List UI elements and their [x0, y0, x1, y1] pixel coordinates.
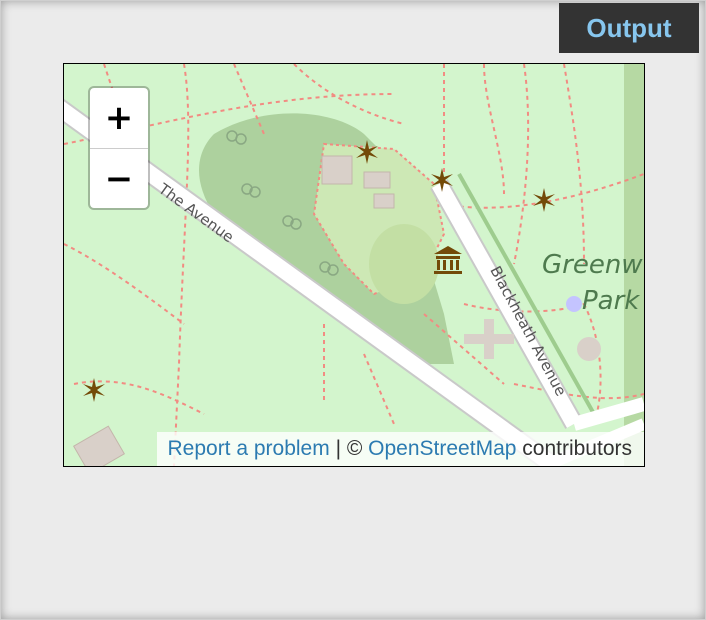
- marker-circle: [566, 296, 582, 312]
- zoom-control: + −: [88, 86, 150, 210]
- output-badge: Output: [559, 3, 699, 53]
- map-attribution: Report a problem | © OpenStreetMap contr…: [157, 432, 644, 466]
- pond: [577, 337, 601, 361]
- garden-area: [369, 224, 439, 304]
- zoom-out-button[interactable]: −: [90, 149, 148, 209]
- area-label-line1: Greenw: [542, 250, 643, 280]
- map-viewport[interactable]: The Avenue Blackheath Avenue Greenw Park…: [63, 63, 645, 467]
- attribution-suffix: contributors: [516, 437, 632, 460]
- report-problem-link[interactable]: Report a problem: [167, 437, 329, 460]
- openstreetmap-link[interactable]: OpenStreetMap: [368, 437, 516, 460]
- output-panel: Output The Avenue Blackheath Avenue Gree…: [0, 0, 706, 620]
- area-label-line2: Park: [582, 286, 640, 316]
- attribution-separator: | ©: [329, 437, 369, 460]
- zoom-in-button[interactable]: +: [90, 88, 148, 149]
